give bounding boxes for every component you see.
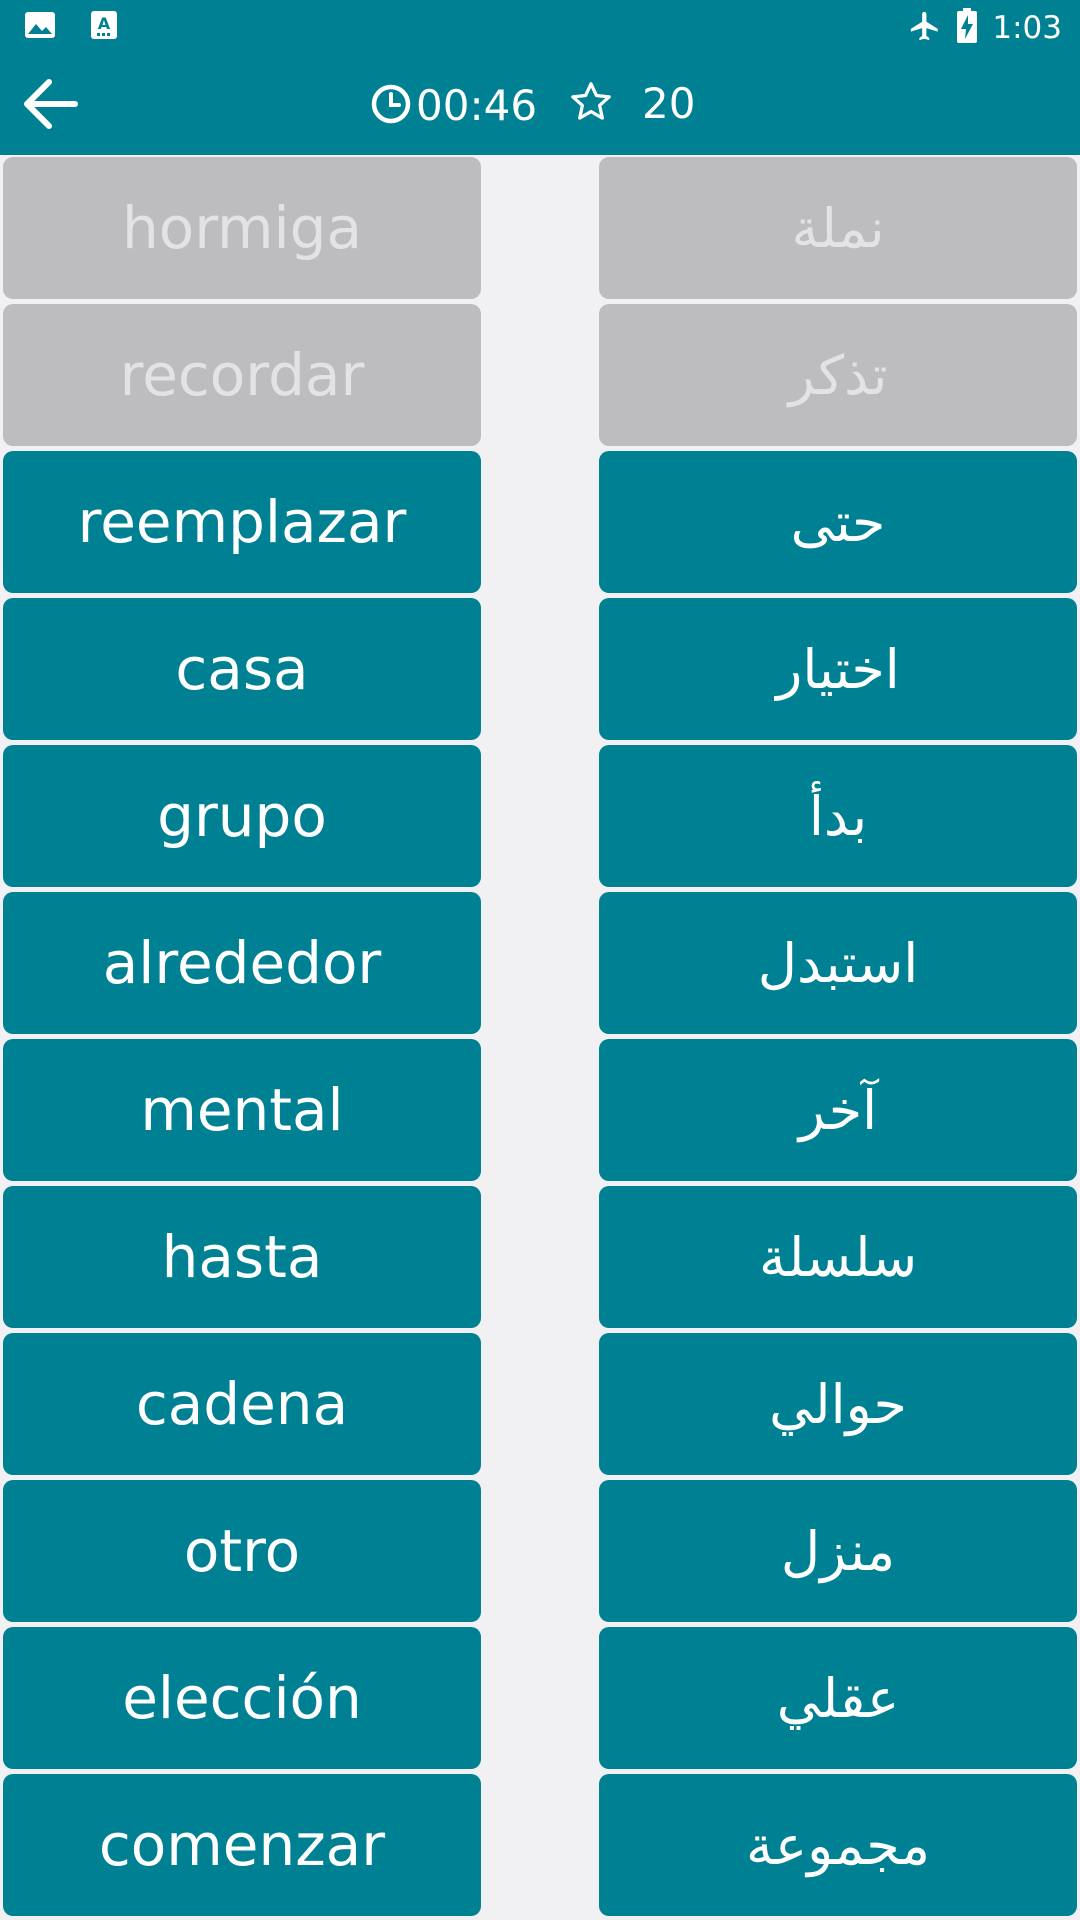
left-word-card[interactable]: alrededor	[3, 892, 481, 1034]
right-word-card[interactable]: سلسلة	[599, 1186, 1077, 1328]
status-bar-right: 1:03	[908, 6, 1062, 50]
star-outline-icon	[568, 79, 614, 129]
timer: 00:46	[370, 80, 537, 132]
right-word-card[interactable]: نملة	[599, 157, 1077, 299]
status-time: 1:03	[992, 10, 1062, 46]
right-word-card[interactable]: تذكر	[599, 304, 1077, 446]
left-word-card[interactable]: reemplazar	[3, 451, 481, 593]
left-word-card[interactable]: hasta	[3, 1186, 481, 1328]
right-word-card[interactable]: بدأ	[599, 745, 1077, 887]
word-match-grid: hormiga recordar reemplazar casa grupo a…	[0, 155, 1080, 1920]
left-word-card[interactable]: elección	[3, 1627, 481, 1769]
right-word-card[interactable]: آخر	[599, 1039, 1077, 1181]
left-word-card[interactable]: casa	[3, 598, 481, 740]
left-word-card[interactable]: comenzar	[3, 1774, 481, 1916]
right-word-card[interactable]: حتى	[599, 451, 1077, 593]
status-bar-left: A	[24, 10, 118, 44]
image-icon	[24, 11, 56, 43]
right-word-card[interactable]: مجموعة	[599, 1774, 1077, 1916]
status-bar: A 1:03	[0, 0, 1080, 56]
battery-charging-icon	[956, 8, 978, 48]
right-word-card[interactable]: عقلي	[599, 1627, 1077, 1769]
svg-text:A: A	[98, 14, 111, 33]
right-word-card[interactable]: حوالي	[599, 1333, 1077, 1475]
left-word-card[interactable]: cadena	[3, 1333, 481, 1475]
font-download-icon: A	[90, 10, 118, 44]
back-button[interactable]	[14, 70, 86, 142]
score-value: 20	[642, 79, 696, 128]
clock-icon	[370, 83, 412, 129]
right-word-card[interactable]: اختيار	[599, 598, 1077, 740]
left-word-card[interactable]: otro	[3, 1480, 481, 1622]
score: 20	[568, 78, 695, 130]
timer-value: 00:46	[416, 81, 538, 130]
arrow-left-icon	[21, 78, 79, 134]
right-word-card[interactable]: استبدل	[599, 892, 1077, 1034]
airplane-icon	[908, 9, 942, 47]
left-word-card[interactable]: recordar	[3, 304, 481, 446]
left-word-card[interactable]: mental	[3, 1039, 481, 1181]
app-bar: 00:46 20	[0, 56, 1080, 155]
left-word-card[interactable]: grupo	[3, 745, 481, 887]
left-word-card[interactable]: hormiga	[3, 157, 481, 299]
right-word-card[interactable]: منزل	[599, 1480, 1077, 1622]
